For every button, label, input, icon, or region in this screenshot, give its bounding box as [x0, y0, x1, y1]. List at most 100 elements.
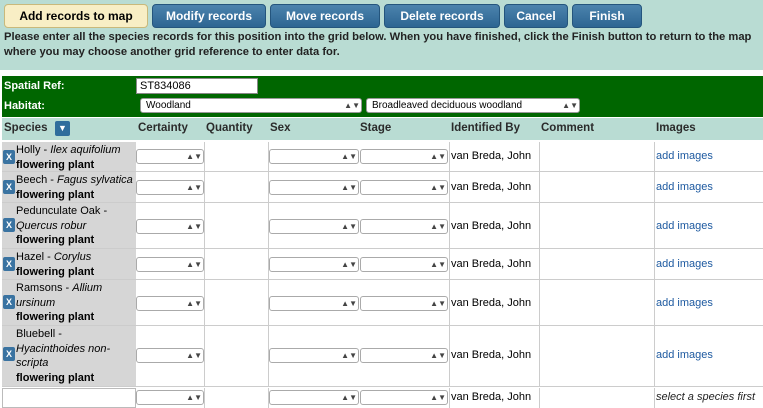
stage-select[interactable]: ▲▼: [360, 390, 448, 405]
add-images-link[interactable]: add images: [656, 297, 713, 309]
divider: [539, 388, 540, 408]
chevron-down-icon[interactable]: ▼: [55, 121, 70, 136]
divider: [204, 388, 205, 408]
certainty-select[interactable]: ▲▼: [136, 390, 204, 405]
col-certainty: Certainty: [138, 122, 188, 134]
sex-select[interactable]: ▲▼: [269, 180, 359, 195]
tab-delete-records[interactable]: Delete records: [384, 4, 500, 28]
tab-add-records[interactable]: Add records to map: [4, 4, 148, 28]
col-species: Species: [4, 122, 48, 134]
species-name: Holly - Ilex aquifolium flowering plant: [16, 144, 121, 171]
finish-button[interactable]: Finish: [572, 4, 642, 28]
add-images-link[interactable]: add images: [656, 258, 713, 270]
select-arrows-icon: ▲▼: [341, 183, 357, 192]
remove-row-button[interactable]: X: [3, 295, 15, 309]
identified-by-value: van Breda, John: [451, 391, 532, 403]
col-comment: Comment: [541, 122, 595, 134]
divider: [539, 326, 540, 386]
divider: [449, 142, 450, 171]
sex-select[interactable]: ▲▼: [269, 390, 359, 405]
remove-row-button[interactable]: X: [3, 218, 15, 232]
divider: [654, 388, 655, 408]
new-record-row: ▲▼ ▲▼ ▲▼ van Breda, John select a specie…: [2, 388, 763, 408]
select-arrows-icon: ▲▼: [341, 299, 357, 308]
certainty-select[interactable]: ▲▼: [136, 296, 204, 311]
divider: [539, 249, 540, 279]
divider: [268, 142, 269, 171]
tab-move-records[interactable]: Move records: [270, 4, 380, 28]
select-arrows-icon: ▲▼: [186, 260, 202, 269]
record-header-form: Spatial Ref: ST834086 Habitat: Woodland …: [2, 76, 763, 117]
stage-select[interactable]: ▲▼: [360, 257, 448, 272]
certainty-select[interactable]: ▲▼: [136, 149, 204, 164]
stage-select[interactable]: ▲▼: [360, 296, 448, 311]
habitat-sub-select[interactable]: Broadleaved deciduous woodland ▲▼: [366, 98, 580, 113]
instructions-text: Please enter all the species records for…: [4, 31, 752, 58]
sex-select[interactable]: ▲▼: [269, 296, 359, 311]
tab-modify-records[interactable]: Modify records: [152, 4, 266, 28]
divider: [449, 249, 450, 279]
add-images-link[interactable]: add images: [656, 181, 713, 193]
divider: [449, 388, 450, 408]
divider: [654, 280, 655, 325]
col-images: Images: [656, 122, 696, 134]
col-stage: Stage: [360, 122, 392, 134]
select-arrows-icon: ▲▼: [341, 351, 357, 360]
select-arrows-icon: ▲▼: [341, 260, 357, 269]
species-input[interactable]: [2, 388, 136, 408]
habitat-select-value: Woodland: [146, 100, 191, 111]
sex-select[interactable]: ▲▼: [269, 219, 359, 234]
select-arrows-icon: ▲▼: [430, 351, 446, 360]
remove-row-button[interactable]: X: [3, 150, 15, 164]
species-name: Beech - Fagus sylvatica flowering plant: [16, 174, 133, 201]
habitat-label: Habitat:: [4, 100, 45, 112]
certainty-select[interactable]: ▲▼: [136, 219, 204, 234]
certainty-select[interactable]: ▲▼: [136, 348, 204, 363]
images-note: select a species first: [656, 391, 756, 403]
cancel-button[interactable]: Cancel: [504, 4, 568, 28]
divider: [268, 172, 269, 202]
add-images-link[interactable]: add images: [656, 349, 713, 361]
divider: [268, 388, 269, 408]
divider: [449, 172, 450, 202]
sex-select[interactable]: ▲▼: [269, 257, 359, 272]
add-images-link[interactable]: add images: [656, 220, 713, 232]
add-images-link[interactable]: add images: [656, 150, 713, 162]
spatial-ref-label: Spatial Ref:: [4, 80, 65, 92]
divider: [654, 326, 655, 386]
select-arrows-icon: ▲▼: [186, 183, 202, 192]
divider: [654, 249, 655, 279]
divider: [204, 203, 205, 248]
remove-row-button[interactable]: X: [3, 347, 15, 361]
select-arrows-icon: ▲▼: [186, 152, 202, 161]
select-arrows-icon: ▲▼: [430, 222, 446, 231]
stage-select[interactable]: ▲▼: [360, 180, 448, 195]
select-arrows-icon: ▲▼: [186, 222, 202, 231]
spatial-ref-input[interactable]: ST834086: [136, 78, 258, 94]
divider: [539, 142, 540, 171]
select-arrows-icon: ▲▼: [430, 152, 446, 161]
divider: [654, 203, 655, 248]
habitat-sub-select-value: Broadleaved deciduous woodland: [372, 100, 523, 111]
species-cell: X Pedunculate Oak - Quercus robur floweri…: [2, 203, 136, 248]
divider: [204, 326, 205, 386]
stage-select[interactable]: ▲▼: [360, 149, 448, 164]
divider: [204, 142, 205, 171]
stage-select[interactable]: ▲▼: [360, 348, 448, 363]
divider: [449, 280, 450, 325]
col-quantity: Quantity: [206, 122, 253, 134]
col-sex: Sex: [270, 122, 291, 134]
species-name: Hazel - Corylus flowering plant: [16, 251, 95, 278]
habitat-select[interactable]: Woodland ▲▼: [140, 98, 362, 113]
divider: [268, 203, 269, 248]
remove-row-button[interactable]: X: [3, 257, 15, 271]
sex-select[interactable]: ▲▼: [269, 149, 359, 164]
sex-select[interactable]: ▲▼: [269, 348, 359, 363]
table-row: X Bluebell - Hyacinthoides non-scripta fl…: [2, 326, 763, 387]
certainty-select[interactable]: ▲▼: [136, 180, 204, 195]
stage-select[interactable]: ▲▼: [360, 219, 448, 234]
remove-row-button[interactable]: X: [3, 180, 15, 194]
certainty-select[interactable]: ▲▼: [136, 257, 204, 272]
divider: [268, 326, 269, 386]
toolbar: Add records to map Modify records Move r…: [0, 0, 763, 70]
